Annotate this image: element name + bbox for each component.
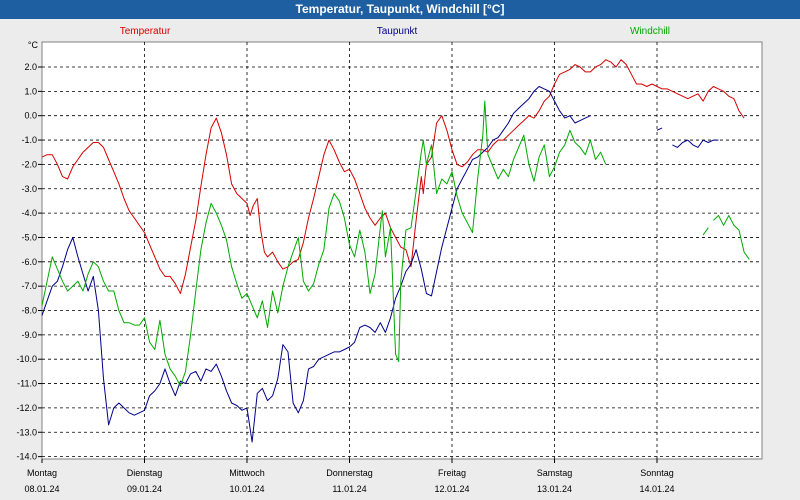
y-tick-label: -1.0	[21, 135, 37, 145]
legend-item-windchill: Windchill	[630, 26, 670, 37]
x-tick-date: 12.01.24	[434, 484, 469, 494]
chart-svg: 2.0 1.0 0.0 -1.0 -2.0 -3.0 -4.0 -5.0 -6.0 -7.0 -8.…	[16, 26, 763, 494]
y-tick-label: -14.0	[16, 452, 37, 462]
plot-area	[41, 41, 763, 460]
y-tick-label: -8.0	[21, 306, 37, 316]
x-tick-day: Dienstag	[127, 468, 163, 478]
y-tick-label: -10.0	[16, 354, 37, 364]
legend: Temperatur Taupunkt Windchill	[120, 26, 670, 37]
chart-panel: 2.0 1.0 0.0 -1.0 -2.0 -3.0 -4.0 -5.0 -6.0 -7.0 -8.…	[0, 19, 800, 500]
y-axis-label: °C	[28, 40, 39, 50]
y-tick-label: -11.0	[17, 379, 37, 389]
x-tick-day: Montag	[27, 468, 57, 478]
legend-item-temperatur: Temperatur	[120, 26, 171, 37]
y-tick-label: -7.0	[21, 281, 37, 291]
x-tick-date: 10.01.24	[229, 484, 264, 494]
x-axis-ticks: Montag 08.01.24 Dienstag 09.01.24 Mittwoch 10…	[24, 459, 675, 494]
x-tick-day: Mittwoch	[229, 468, 265, 478]
y-axis-ticks: 2.0 1.0 0.0 -1.0 -2.0 -3.0 -4.0 -5.0 -6.0 -7.0 -8.…	[16, 62, 42, 462]
y-tick-label: -12.0	[16, 403, 37, 413]
y-tick-label: -2.0	[21, 159, 37, 169]
x-tick-date: 14.01.24	[639, 484, 674, 494]
y-tick-label: -5.0	[21, 232, 37, 242]
chart-title: Temperatur, Taupunkt, Windchill [°C]	[0, 0, 800, 19]
y-tick-label: -13.0	[16, 427, 37, 437]
x-tick-date: 08.01.24	[24, 484, 59, 494]
y-tick-label: 2.0	[24, 62, 37, 72]
y-tick-label: -3.0	[21, 184, 37, 194]
y-tick-label: 1.0	[24, 86, 37, 96]
y-tick-label: 0.0	[24, 111, 37, 121]
x-tick-date: 09.01.24	[127, 484, 162, 494]
x-tick-day: Donnerstag	[326, 468, 373, 478]
x-tick-date: 13.01.24	[537, 484, 572, 494]
y-tick-label: -9.0	[21, 330, 37, 340]
x-tick-day: Samstag	[537, 468, 573, 478]
x-tick-date: 11.01.24	[332, 484, 366, 494]
legend-item-taupunkt: Taupunkt	[377, 26, 418, 37]
y-tick-label: -6.0	[21, 257, 37, 267]
x-tick-day: Sonntag	[640, 468, 674, 478]
x-tick-day: Freitag	[438, 468, 466, 478]
y-tick-label: -4.0	[21, 208, 37, 218]
